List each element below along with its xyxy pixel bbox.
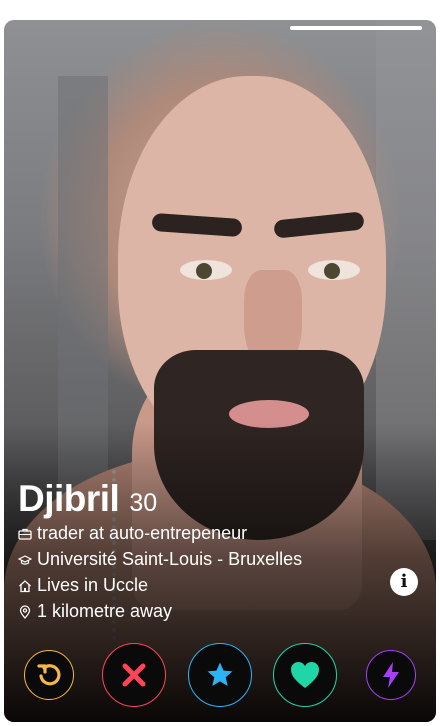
school-row: Université Saint-Louis - Bruxelles [18, 547, 302, 572]
action-bar [0, 642, 440, 712]
school-text: Université Saint-Louis - Bruxelles [37, 549, 303, 569]
job-row: trader at auto-entrepeneur [18, 521, 302, 546]
info-button[interactable]: i [390, 568, 418, 596]
rewind-icon [37, 664, 61, 686]
distance-text: 1 kilometre away [37, 601, 173, 621]
super-like-button[interactable] [188, 643, 252, 707]
name-age-line: Djibril 30 [18, 478, 302, 520]
profile-info: Djibril 30 trader at auto-entrepeneur Un… [18, 478, 302, 624]
star-icon [207, 662, 233, 686]
photo-progress-bar [290, 26, 422, 30]
rewind-button[interactable] [24, 650, 74, 700]
graduation-cap-icon [18, 554, 32, 565]
photo-right-eye [308, 260, 360, 280]
location-text: Lives in Uccle [37, 575, 149, 595]
map-pin-icon [19, 604, 31, 619]
distance-row: 1 kilometre away [18, 599, 302, 624]
job-text: trader at auto-entrepeneur [37, 523, 248, 543]
photo-left-eye [180, 260, 232, 280]
briefcase-icon [18, 528, 32, 540]
location-row: Lives in Uccle [18, 573, 302, 598]
lightning-icon [383, 662, 399, 688]
nope-button[interactable] [102, 643, 166, 707]
home-icon [19, 579, 31, 592]
close-icon [122, 663, 146, 687]
profile-age: 30 [129, 489, 158, 517]
heart-icon [291, 662, 319, 688]
like-button[interactable] [273, 643, 337, 707]
photo-progress-fill [290, 26, 422, 30]
profile-name: Djibril [18, 478, 120, 519]
boost-button[interactable] [366, 650, 416, 700]
